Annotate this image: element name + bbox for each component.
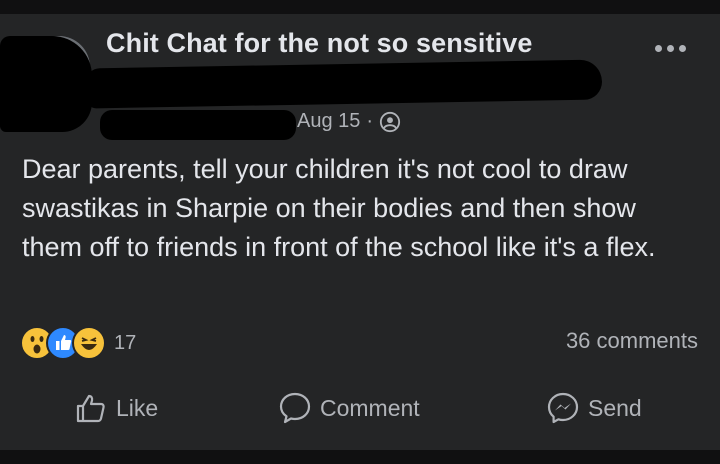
thumbs-up-icon xyxy=(76,394,105,423)
redaction-mark xyxy=(0,36,92,132)
meta-separator: · xyxy=(366,110,374,132)
post-meta: Aug 15 · xyxy=(297,110,401,133)
comment-bubble-icon xyxy=(279,392,311,424)
haha-icon xyxy=(72,326,106,360)
post-date[interactable]: Aug 15 xyxy=(297,110,360,133)
comments-count-link[interactable]: 36 comments xyxy=(566,328,698,354)
post-body: Dear parents, tell your children it's no… xyxy=(22,154,656,262)
send-label: Send xyxy=(588,394,642,421)
comment-button[interactable]: Comment xyxy=(278,388,420,428)
reaction-count: 17 xyxy=(114,331,137,354)
globe-icon xyxy=(379,111,401,132)
send-button[interactable]: Send xyxy=(546,388,642,428)
messenger-icon xyxy=(547,392,579,424)
group-name-link[interactable]: Chit Chat for the not so sensitive xyxy=(106,28,532,59)
comment-label: Comment xyxy=(320,394,420,421)
action-bar: Like Comment Send xyxy=(0,388,720,428)
like-button[interactable]: Like xyxy=(74,388,158,428)
more-options-icon[interactable] xyxy=(655,38,695,58)
redaction-mark xyxy=(100,110,296,140)
like-label: Like xyxy=(116,394,159,421)
top-border xyxy=(0,0,720,14)
reactions-summary[interactable]: 17 xyxy=(20,326,136,360)
bottom-border xyxy=(0,450,720,464)
